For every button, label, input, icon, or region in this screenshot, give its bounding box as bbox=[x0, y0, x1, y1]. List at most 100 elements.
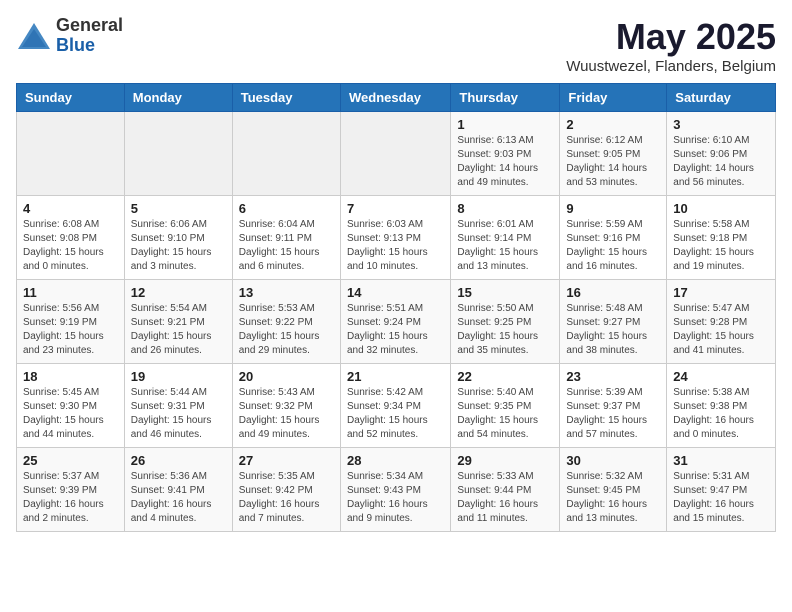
title-block: May 2025 Wuustwezel, Flanders, Belgium bbox=[566, 16, 776, 75]
logo-text: General Blue bbox=[56, 16, 123, 56]
day-detail: Sunrise: 5:48 AM Sunset: 9:27 PM Dayligh… bbox=[566, 302, 660, 358]
day-detail: Sunrise: 5:42 AM Sunset: 9:34 PM Dayligh… bbox=[347, 386, 444, 442]
header-wednesday: Wednesday bbox=[340, 84, 450, 112]
header-friday: Friday bbox=[560, 84, 667, 112]
calendar-cell: 25 Sunrise: 5:37 AM Sunset: 9:39 PM Dayli… bbox=[17, 448, 125, 532]
calendar-cell: 1Sunrise: 6:13 AM Sunset: 9:03 PM Daylig… bbox=[451, 112, 560, 196]
day-number: 15 bbox=[457, 285, 553, 300]
calendar-table: SundayMondayTuesdayWednesdayThursdayFrid… bbox=[16, 83, 776, 532]
day-number: 1 bbox=[457, 117, 553, 132]
day-number: 3 bbox=[673, 117, 769, 132]
day-number: 31 bbox=[673, 453, 769, 468]
day-number: 30 bbox=[566, 453, 660, 468]
calendar-cell: 27Sunrise: 5:35 AM Sunset: 9:42 PM Dayli… bbox=[232, 448, 340, 532]
day-detail: Sunrise: 5:47 AM Sunset: 9:28 PM Dayligh… bbox=[673, 302, 769, 358]
calendar-cell bbox=[340, 112, 450, 196]
day-detail: Sunrise: 5:45 AM Sunset: 9:30 PM Dayligh… bbox=[23, 386, 118, 442]
header-saturday: Saturday bbox=[667, 84, 776, 112]
calendar-cell: 19 Sunrise: 5:44 AM Sunset: 9:31 PM Dayli… bbox=[124, 364, 232, 448]
header-sunday: Sunday bbox=[17, 84, 125, 112]
week-row-1: 1Sunrise: 6:13 AM Sunset: 9:03 PM Daylig… bbox=[17, 112, 776, 196]
calendar-cell: 10 Sunrise: 5:58 AM Sunset: 9:18 PM Dayli… bbox=[667, 196, 776, 280]
day-number: 16 bbox=[566, 285, 660, 300]
calendar-cell: 11 Sunrise: 5:56 AM Sunset: 9:19 PM Dayli… bbox=[17, 280, 125, 364]
calendar-cell: 4Sunrise: 6:08 AM Sunset: 9:08 PM Daylig… bbox=[17, 196, 125, 280]
calendar-cell: 21 Sunrise: 5:42 AM Sunset: 9:34 PM Dayli… bbox=[340, 364, 450, 448]
day-detail: Sunrise: 5:32 AM Sunset: 9:45 PM Dayligh… bbox=[566, 470, 660, 526]
day-number: 18 bbox=[23, 369, 118, 384]
day-detail: Sunrise: 5:40 AM Sunset: 9:35 PM Dayligh… bbox=[457, 386, 553, 442]
day-number: 25 bbox=[23, 453, 118, 468]
day-number: 27 bbox=[239, 453, 334, 468]
calendar-cell bbox=[124, 112, 232, 196]
logo-general-text: General bbox=[56, 16, 123, 36]
week-row-2: 4Sunrise: 6:08 AM Sunset: 9:08 PM Daylig… bbox=[17, 196, 776, 280]
day-number: 11 bbox=[23, 285, 118, 300]
calendar-cell: 17Sunrise: 5:47 AM Sunset: 9:28 PM Dayli… bbox=[667, 280, 776, 364]
calendar-cell: 3 Sunrise: 6:10 AM Sunset: 9:06 PM Daylig… bbox=[667, 112, 776, 196]
day-detail: Sunrise: 5:33 AM Sunset: 9:44 PM Dayligh… bbox=[457, 470, 553, 526]
calendar-title: May 2025 bbox=[566, 16, 776, 58]
day-detail: Sunrise: 6:06 AM Sunset: 9:10 PM Dayligh… bbox=[131, 218, 226, 274]
day-number: 6 bbox=[239, 201, 334, 216]
calendar-cell: 18 Sunrise: 5:45 AM Sunset: 9:30 PM Dayli… bbox=[17, 364, 125, 448]
calendar-cell: 5 Sunrise: 6:06 AM Sunset: 9:10 PM Daylig… bbox=[124, 196, 232, 280]
calendar-cell: 6 Sunrise: 6:04 AM Sunset: 9:11 PM Daylig… bbox=[232, 196, 340, 280]
day-detail: Sunrise: 5:36 AM Sunset: 9:41 PM Dayligh… bbox=[131, 470, 226, 526]
day-number: 5 bbox=[131, 201, 226, 216]
day-detail: Sunrise: 5:58 AM Sunset: 9:18 PM Dayligh… bbox=[673, 218, 769, 274]
calendar-cell: 15Sunrise: 5:50 AM Sunset: 9:25 PM Dayli… bbox=[451, 280, 560, 364]
calendar-cell: 23 Sunrise: 5:39 AM Sunset: 9:37 PM Dayli… bbox=[560, 364, 667, 448]
day-detail: Sunrise: 5:31 AM Sunset: 9:47 PM Dayligh… bbox=[673, 470, 769, 526]
calendar-cell: 14 Sunrise: 5:51 AM Sunset: 9:24 PM Dayli… bbox=[340, 280, 450, 364]
week-row-3: 11 Sunrise: 5:56 AM Sunset: 9:19 PM Dayli… bbox=[17, 280, 776, 364]
day-detail: Sunrise: 5:54 AM Sunset: 9:21 PM Dayligh… bbox=[131, 302, 226, 358]
day-number: 21 bbox=[347, 369, 444, 384]
day-detail: Sunrise: 6:12 AM Sunset: 9:05 PM Dayligh… bbox=[566, 134, 660, 190]
day-detail: Sunrise: 5:43 AM Sunset: 9:32 PM Dayligh… bbox=[239, 386, 334, 442]
calendar-subtitle: Wuustwezel, Flanders, Belgium bbox=[566, 58, 776, 75]
day-number: 23 bbox=[566, 369, 660, 384]
logo-blue-text: Blue bbox=[56, 36, 123, 56]
header-thursday: Thursday bbox=[451, 84, 560, 112]
header-tuesday: Tuesday bbox=[232, 84, 340, 112]
page-header: General Blue May 2025 Wuustwezel, Flande… bbox=[16, 16, 776, 75]
day-number: 29 bbox=[457, 453, 553, 468]
calendar-cell: 24Sunrise: 5:38 AM Sunset: 9:38 PM Dayli… bbox=[667, 364, 776, 448]
header-monday: Monday bbox=[124, 84, 232, 112]
week-row-5: 25 Sunrise: 5:37 AM Sunset: 9:39 PM Dayli… bbox=[17, 448, 776, 532]
day-detail: Sunrise: 6:04 AM Sunset: 9:11 PM Dayligh… bbox=[239, 218, 334, 274]
day-detail: Sunrise: 6:01 AM Sunset: 9:14 PM Dayligh… bbox=[457, 218, 553, 274]
logo-icon bbox=[16, 21, 52, 51]
day-detail: Sunrise: 5:56 AM Sunset: 9:19 PM Dayligh… bbox=[23, 302, 118, 358]
day-detail: Sunrise: 5:39 AM Sunset: 9:37 PM Dayligh… bbox=[566, 386, 660, 442]
calendar-cell: 30 Sunrise: 5:32 AM Sunset: 9:45 PM Dayli… bbox=[560, 448, 667, 532]
calendar-cell: 22 Sunrise: 5:40 AM Sunset: 9:35 PM Dayli… bbox=[451, 364, 560, 448]
calendar-cell: 26Sunrise: 5:36 AM Sunset: 9:41 PM Dayli… bbox=[124, 448, 232, 532]
calendar-cell: 16 Sunrise: 5:48 AM Sunset: 9:27 PM Dayli… bbox=[560, 280, 667, 364]
calendar-cell: 29 Sunrise: 5:33 AM Sunset: 9:44 PM Dayli… bbox=[451, 448, 560, 532]
day-detail: Sunrise: 5:44 AM Sunset: 9:31 PM Dayligh… bbox=[131, 386, 226, 442]
day-number: 10 bbox=[673, 201, 769, 216]
day-number: 22 bbox=[457, 369, 553, 384]
day-detail: Sunrise: 5:51 AM Sunset: 9:24 PM Dayligh… bbox=[347, 302, 444, 358]
calendar-cell: 7Sunrise: 6:03 AM Sunset: 9:13 PM Daylig… bbox=[340, 196, 450, 280]
day-number: 14 bbox=[347, 285, 444, 300]
day-detail: Sunrise: 6:10 AM Sunset: 9:06 PM Dayligh… bbox=[673, 134, 769, 190]
day-number: 28 bbox=[347, 453, 444, 468]
day-detail: Sunrise: 5:59 AM Sunset: 9:16 PM Dayligh… bbox=[566, 218, 660, 274]
calendar-cell: 31 Sunrise: 5:31 AM Sunset: 9:47 PM Dayli… bbox=[667, 448, 776, 532]
day-detail: Sunrise: 5:53 AM Sunset: 9:22 PM Dayligh… bbox=[239, 302, 334, 358]
day-detail: Sunrise: 6:08 AM Sunset: 9:08 PM Dayligh… bbox=[23, 218, 118, 274]
calendar-cell: 2Sunrise: 6:12 AM Sunset: 9:05 PM Daylig… bbox=[560, 112, 667, 196]
day-detail: Sunrise: 5:34 AM Sunset: 9:43 PM Dayligh… bbox=[347, 470, 444, 526]
day-number: 19 bbox=[131, 369, 226, 384]
calendar-cell: 28 Sunrise: 5:34 AM Sunset: 9:43 PM Dayli… bbox=[340, 448, 450, 532]
week-row-4: 18 Sunrise: 5:45 AM Sunset: 9:30 PM Dayli… bbox=[17, 364, 776, 448]
day-detail: Sunrise: 5:37 AM Sunset: 9:39 PM Dayligh… bbox=[23, 470, 118, 526]
calendar-cell: 9Sunrise: 5:59 AM Sunset: 9:16 PM Daylig… bbox=[560, 196, 667, 280]
calendar-header-row: SundayMondayTuesdayWednesdayThursdayFrid… bbox=[17, 84, 776, 112]
day-number: 8 bbox=[457, 201, 553, 216]
day-number: 13 bbox=[239, 285, 334, 300]
day-number: 12 bbox=[131, 285, 226, 300]
